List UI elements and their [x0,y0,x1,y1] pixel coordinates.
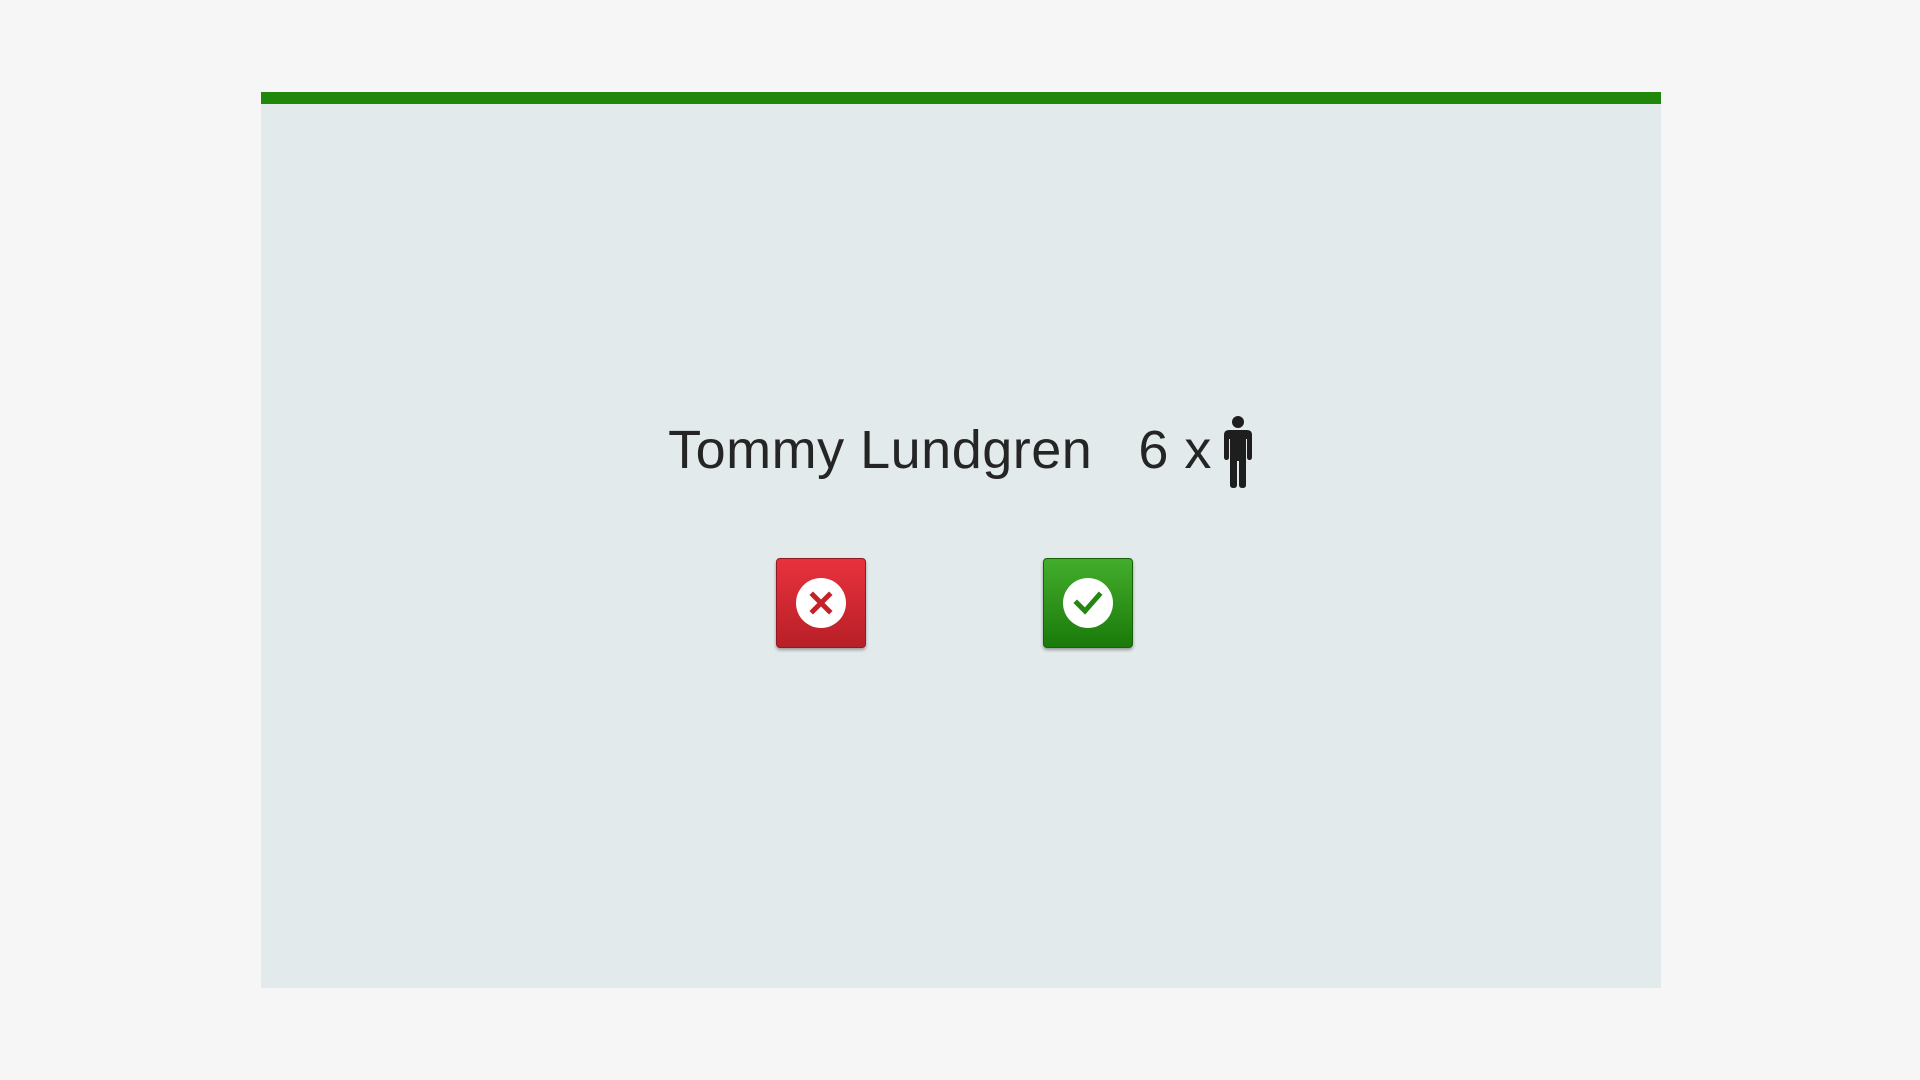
guest-info: Tommy Lundgren 6 x [261,402,1661,498]
close-icon [796,578,846,628]
guest-name: Tommy Lundgren [668,420,1093,480]
action-buttons [261,558,1661,648]
accept-button[interactable] [1043,558,1133,648]
party-size: 6 x [1138,420,1212,480]
person-icon [1222,415,1254,489]
panel-top-bar [261,92,1661,104]
check-icon [1063,578,1113,628]
confirmation-panel: Tommy Lundgren 6 x [261,92,1661,988]
decline-button[interactable] [776,558,866,648]
